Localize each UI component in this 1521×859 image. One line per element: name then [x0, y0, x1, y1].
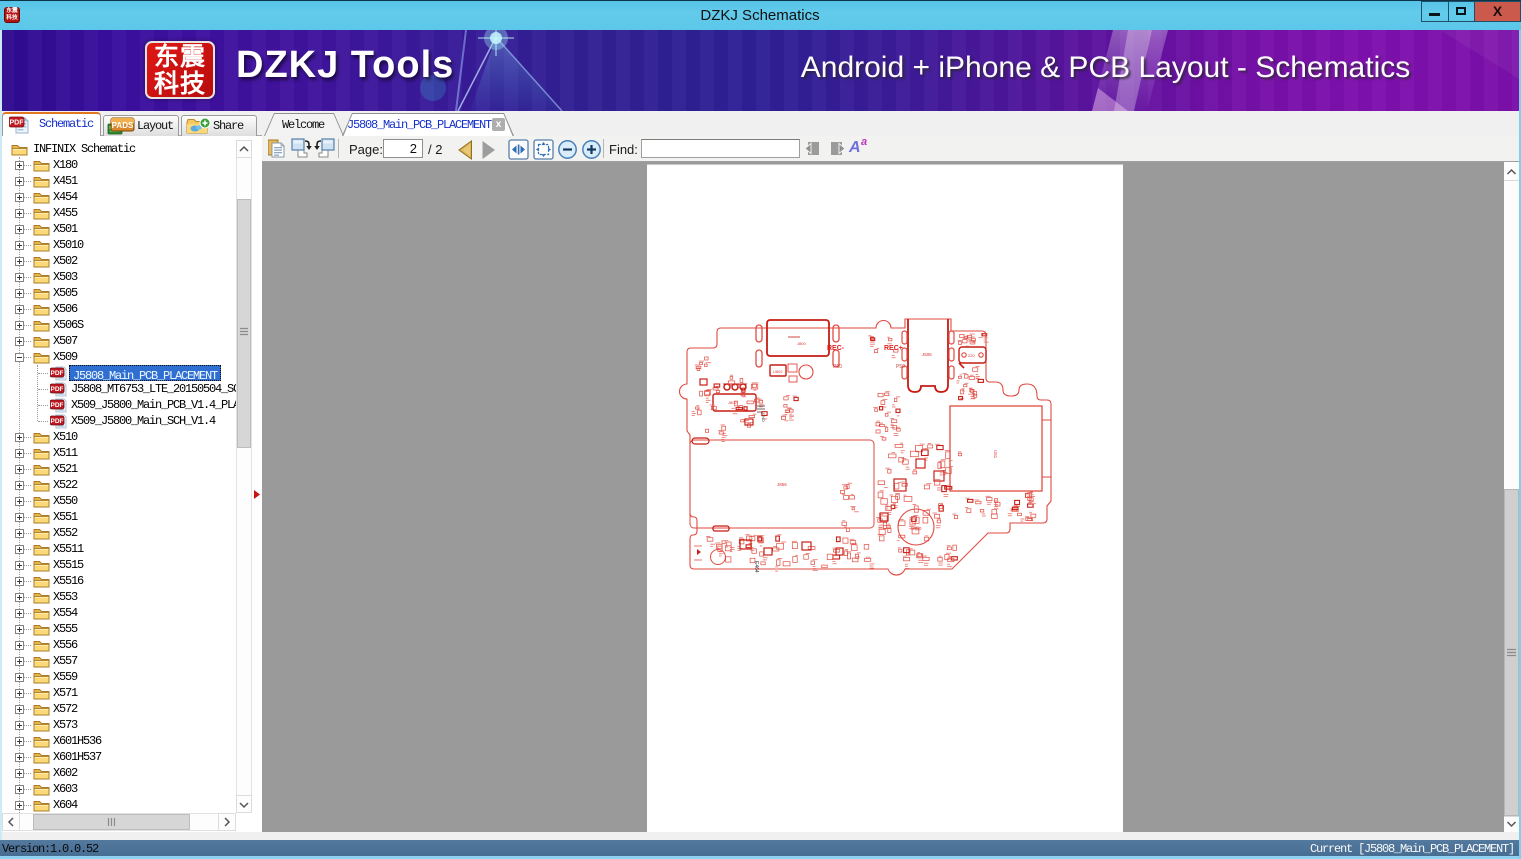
- svg-text:PDF: PDF: [10, 120, 25, 127]
- svg-text:J506: J506: [922, 352, 932, 357]
- svg-text:P50: P50: [896, 364, 905, 370]
- svg-text:J856: J856: [777, 482, 787, 487]
- svg-text:PDF: PDF: [51, 386, 64, 393]
- svg-text:P60: P60: [833, 364, 842, 370]
- svg-text:REC-: REC-: [827, 345, 845, 352]
- svg-text:PDF: PDF: [51, 402, 64, 409]
- svg-text:U51: U51: [993, 450, 998, 459]
- svg-text:PDF: PDF: [51, 370, 64, 377]
- svg-text:220: 220: [968, 353, 975, 358]
- svg-text:PADS: PADS: [112, 121, 134, 130]
- svg-text:J800: J800: [797, 341, 806, 346]
- svg-text:U802: U802: [773, 369, 783, 374]
- svg-text:PDF: PDF: [51, 418, 64, 425]
